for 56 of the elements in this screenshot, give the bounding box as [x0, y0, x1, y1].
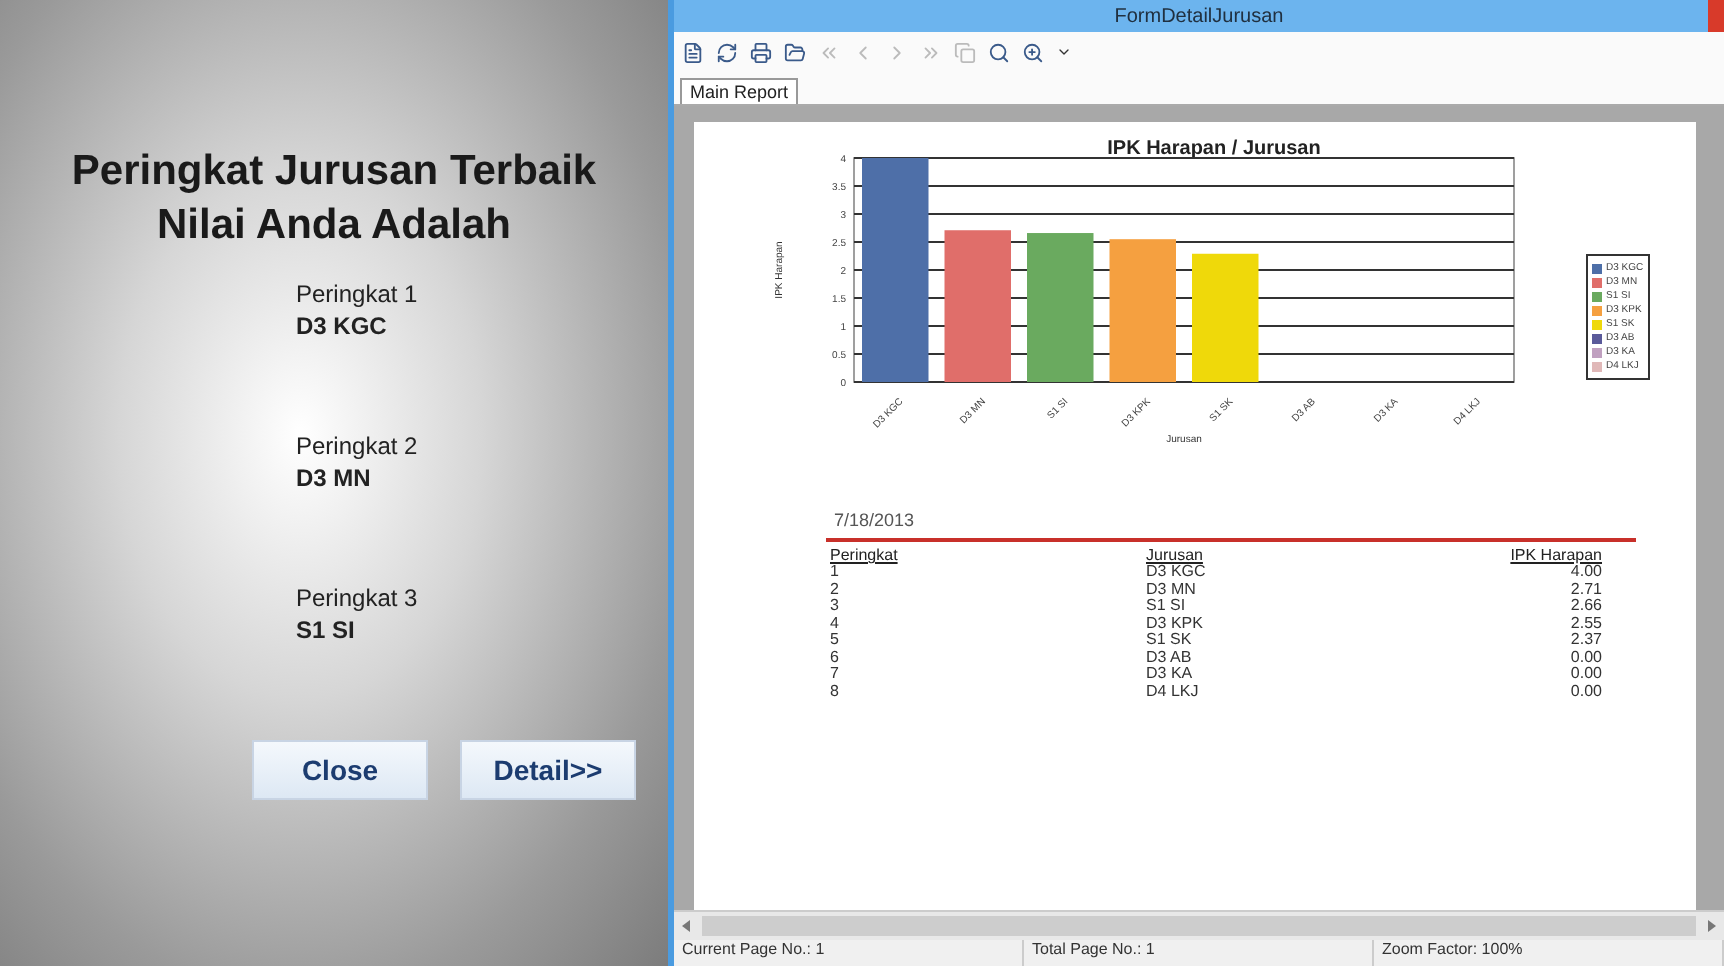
horizontal-scrollbar[interactable] [674, 910, 1724, 940]
rank-value: S1 SI [296, 616, 357, 644]
table-cell-text: 1 [830, 564, 839, 581]
rank-label: Peringkat 2 [296, 432, 418, 460]
table-cell-text: 3 [830, 598, 841, 615]
table-cell-text: 8 [830, 683, 841, 700]
rank-label: Peringkat 1 [296, 280, 418, 308]
zoom-icon[interactable] [1022, 41, 1044, 63]
status-text: Zoom Factor: 100% [1374, 940, 1724, 966]
table-cell-text: 0.00 [1568, 649, 1602, 666]
report-tab[interactable]: Main Report [680, 78, 799, 104]
scroll-right-icon[interactable] [1708, 920, 1716, 932]
column-header: IPK Harapan [1508, 546, 1602, 564]
table-cell-text: 2.71 [1568, 581, 1602, 598]
chart-title: IPK Harapan / Jurusan [1107, 138, 1321, 160]
bar [1109, 239, 1176, 382]
table-cell-text: 5 [830, 632, 841, 649]
table-cell-text: 2 [830, 581, 841, 598]
report-date: 7/18/2013 [834, 510, 917, 530]
table-cell-text: S1 SI [1146, 598, 1188, 615]
column-header: Peringkat [830, 546, 900, 564]
table-cell-text: 0.00 [1568, 666, 1602, 683]
table-cell-text: D3 AB [1146, 649, 1194, 666]
rank-value: D3 KGC [296, 312, 389, 340]
heading: Peringkat Jurusan Terbaik [71, 146, 597, 198]
refresh-icon[interactable] [716, 41, 738, 63]
window-title: FormDetailJurusan [1114, 5, 1284, 27]
rank-value: D3 MN [296, 464, 373, 492]
search-icon[interactable] [988, 41, 1010, 63]
rank-label: Peringkat 3 [296, 584, 418, 612]
table-cell-text: 2.55 [1568, 615, 1602, 632]
table-cell-text: D3 KGC [1146, 564, 1208, 581]
folder-icon[interactable] [784, 41, 806, 63]
caret-icon[interactable] [1056, 44, 1072, 60]
table-cell-text: 4.00 [1570, 564, 1602, 581]
table-cell-text: 6 [830, 649, 841, 666]
status-text: Current Page No.: 1 [674, 940, 1024, 966]
table-cell-text: 2.66 [1568, 598, 1602, 615]
status-text: Total Page No.: 1 [1024, 940, 1374, 966]
table-cell-text: D3 KA [1146, 666, 1195, 683]
table-cell-text: S1 SK [1146, 632, 1194, 649]
close-button[interactable]: Close [252, 740, 428, 800]
bar [1192, 253, 1259, 382]
table-cell-text: D4 LKJ [1146, 683, 1201, 700]
scroll-left-icon[interactable] [682, 920, 690, 932]
table-cell-text: D3 KPK [1146, 615, 1205, 632]
detail-button[interactable]: Detail>> [460, 740, 636, 800]
table-cell-text: 4 [830, 615, 841, 632]
table-cell-text: 0.00 [1568, 683, 1602, 700]
print-icon[interactable] [750, 41, 772, 63]
heading: Nilai Anda Adalah [157, 200, 511, 252]
page-icon[interactable] [682, 41, 704, 63]
table-cell-text: D3 MN [1146, 581, 1198, 598]
table-cell-text: 2.37 [1568, 632, 1602, 649]
column-header: Jurusan [1146, 546, 1205, 564]
table-cell-text: 7 [830, 666, 841, 683]
